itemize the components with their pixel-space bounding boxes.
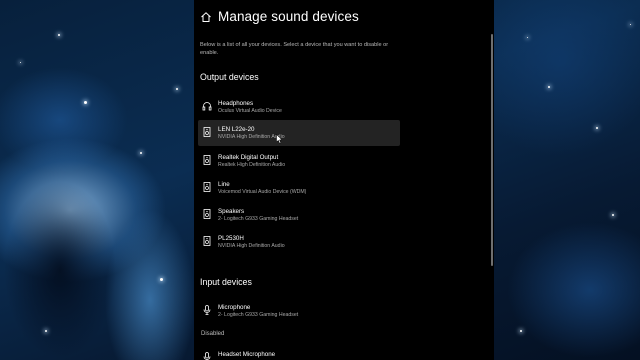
device-name: Headset Microphone xyxy=(218,351,276,358)
device-driver: 2- Logitech G933 Gaming Headset xyxy=(218,216,299,222)
output-device-pl2530h[interactable]: PL2530H NVIDIA High Definition Audio xyxy=(198,229,400,255)
device-name: Speakers xyxy=(218,208,245,215)
speaker-icon xyxy=(203,182,211,192)
mouse-cursor-icon xyxy=(276,134,283,144)
star xyxy=(612,214,614,216)
device-driver: Oculus Virtual Audio Device xyxy=(218,108,282,114)
nebula-shadow xyxy=(0,140,120,360)
device-name: PL2530H xyxy=(218,235,244,242)
speaker-icon xyxy=(203,236,211,246)
speaker-icon xyxy=(203,209,211,219)
device-driver: Realtek High Definition Audio xyxy=(218,162,286,168)
headphones-icon xyxy=(202,102,212,111)
output-device-len-l22e-20[interactable]: LEN L22e-20 NVIDIA High Definition Audio xyxy=(198,120,400,146)
star xyxy=(596,127,598,129)
input-device-microphone[interactable]: Microphone 2- Logitech G933 Gaming Heads… xyxy=(198,298,400,324)
device-driver: NVIDIA High Definition Audio xyxy=(218,134,285,140)
device-name: Microphone xyxy=(218,304,251,311)
page-description: Below is a list of all your devices. Sel… xyxy=(200,42,389,56)
device-name: Line xyxy=(218,181,230,188)
star xyxy=(58,34,60,36)
microphone-icon xyxy=(203,305,211,315)
output-device-headphones[interactable]: Headphones Oculus Virtual Audio Device xyxy=(198,94,400,120)
star xyxy=(45,330,47,332)
device-name: Realtek Digital Output xyxy=(218,154,279,161)
page-title: Manage sound devices xyxy=(218,9,359,24)
speaker-icon xyxy=(203,155,211,165)
star xyxy=(176,88,178,90)
star xyxy=(20,62,21,63)
scrollbar[interactable] xyxy=(491,34,493,266)
device-driver: Voicemod Virtual Audio Device (WDM) xyxy=(218,189,307,195)
output-device-speakers[interactable]: Speakers 2- Logitech G933 Gaming Headset xyxy=(198,202,400,228)
input-device-headset-microphone[interactable]: Headset Microphone xyxy=(198,345,400,360)
output-device-realtek-digital-output[interactable]: Realtek Digital Output Realtek High Defi… xyxy=(198,148,400,174)
star xyxy=(160,278,163,281)
output-devices-heading: Output devices xyxy=(200,72,259,82)
device-name: LEN L22e-20 xyxy=(218,126,255,133)
star xyxy=(140,152,142,154)
input-devices-heading: Input devices xyxy=(200,277,252,287)
microphone-icon xyxy=(203,352,211,360)
star xyxy=(84,101,87,104)
speaker-icon xyxy=(203,127,211,137)
output-device-line[interactable]: Line Voicemod Virtual Audio Device (WDM) xyxy=(198,175,400,201)
star xyxy=(548,86,550,88)
star xyxy=(520,330,522,332)
page-header: Manage sound devices xyxy=(200,9,359,24)
star xyxy=(630,24,631,25)
device-name: Headphones xyxy=(218,100,254,107)
disabled-label: Disabled xyxy=(201,331,225,337)
device-driver: 2- Logitech G933 Gaming Headset xyxy=(218,312,299,318)
star xyxy=(527,37,528,38)
home-icon[interactable] xyxy=(200,11,212,23)
device-driver: NVIDIA High Definition Audio xyxy=(218,243,285,249)
